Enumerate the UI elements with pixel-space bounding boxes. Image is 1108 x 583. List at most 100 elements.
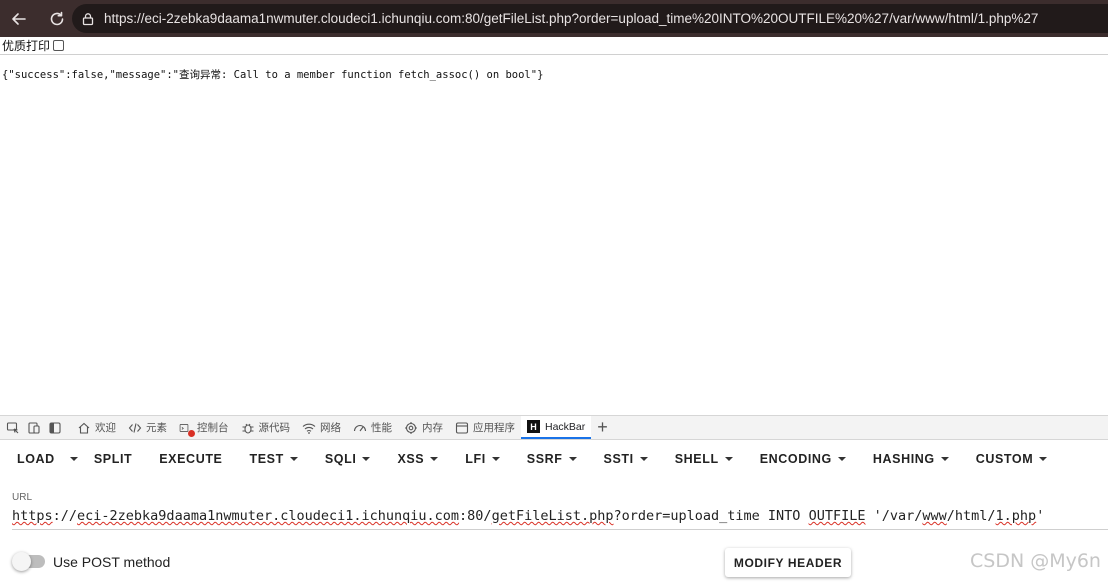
print-checkbox[interactable] [53,40,65,51]
lfi-label: LFI [465,452,486,466]
chevron-down-icon [430,457,439,461]
print-label: 优质打印 [2,39,51,53]
tab-network-label: 网络 [320,422,341,434]
tab-console-label: 控制台 [197,422,229,434]
ssti-menu[interactable]: SSTI [604,452,648,466]
url-path-a: '/var/ [865,508,923,524]
chevron-down-icon [491,457,500,461]
chevron-down-icon [837,457,846,461]
hashing-label: HASHING [872,452,935,466]
encoding-menu[interactable]: ENCODING [760,452,846,466]
gauge-icon [353,424,367,431]
ssrf-label: SSRF [526,452,563,466]
execute-button[interactable]: EXECUTE [159,452,222,466]
chevron-down-icon [940,457,949,461]
bug-icon [242,423,253,434]
tab-console[interactable]: 控制台 [173,416,235,439]
url-fname: 1.php [995,508,1037,524]
error-dot-icon [188,429,195,437]
shell-label: SHELL [674,452,719,466]
arrow-left-icon [12,12,26,25]
tab-network[interactable]: 网络 [296,416,347,439]
lfi-menu[interactable]: LFI [465,452,500,466]
toggle-knob [12,552,31,571]
reload-icon [50,11,64,25]
chevron-down-icon [724,457,733,461]
tab-sources-label: 源代码 [258,422,291,434]
hackbar-logo-icon: H [527,420,540,433]
tab-application[interactable]: 应用程序 [449,416,521,439]
browser-toolbar: https://eci-2zebka9daama1nwmuter.cloudec… [0,0,1108,37]
chevron-down-icon [362,457,371,461]
code-brackets-icon [128,422,142,433]
load-button[interactable]: LOAD [17,452,55,466]
url-sep: :// [52,508,78,524]
tab-hackbar[interactable]: H HackBar [521,416,592,439]
chevron-down-icon [1039,457,1048,461]
url-scheme: https [12,508,53,524]
back-button[interactable] [6,6,32,32]
url-port-path: :80/ [459,508,492,524]
hackbar-menu: LOAD SPLIT EXECUTE TEST SQLI XSS LFI SSR… [0,441,1108,477]
print-bar: 优质打印 [0,37,1108,55]
application-icon [455,421,469,434]
custom-menu[interactable]: CUSTOM [976,452,1048,466]
sqli-label: SQLI [324,452,357,466]
modify-header-button[interactable]: MODIFY HEADER [725,548,851,577]
url-end: ' [1036,508,1045,524]
tab-elements[interactable]: 元素 [122,416,173,439]
load-label: LOAD [17,452,55,466]
devtools-tab-strip: 欢迎 元素 控制台 源代码 网络 性能 内存 应用程序 H HackBar + [0,415,1108,440]
url-path-b: /html/ [946,508,996,524]
url-outfile: OUTFILE [808,508,866,524]
url-label: URL [12,492,33,503]
url-www: www [922,508,947,524]
url-file: getFileList.php [491,508,614,524]
ssrf-menu[interactable]: SSRF [527,452,577,466]
post-method-label: Use POST method [53,554,171,570]
split-label: SPLIT [93,452,133,466]
chevron-down-icon [289,457,298,461]
hashing-menu[interactable]: HASHING [873,452,949,466]
sqli-menu[interactable]: SQLI [325,452,371,466]
chevron-down-icon [568,457,577,461]
url-host: eci-2zebka9daama1nwmuter.cloudeci1.ichun… [77,508,460,524]
encoding-label: ENCODING [759,452,832,466]
execute-label: EXECUTE [159,452,223,466]
sidebar-toggle-icon[interactable] [47,420,63,436]
watermark: CSDN @My6n [970,550,1101,572]
response-text: {"success":false,"message":"查询异常: Call t… [2,69,544,81]
tab-welcome[interactable]: 欢迎 [71,416,122,439]
split-button[interactable]: SPLIT [94,452,132,466]
tab-memory-label: 内存 [422,422,443,434]
add-tab-icon[interactable]: + [597,417,608,438]
shell-menu[interactable]: SHELL [675,452,733,466]
test-label: TEST [249,452,284,466]
tab-application-label: 应用程序 [473,422,515,434]
reload-button[interactable] [44,6,70,32]
address-bar[interactable]: https://eci-2zebka9daama1nwmuter.cloudec… [72,4,1108,33]
url-textarea[interactable]: https://eci-2zebka9daama1nwmuter.cloudec… [12,508,1108,530]
console-icon [179,421,195,437]
test-menu[interactable]: TEST [250,452,298,466]
tab-sources[interactable]: 源代码 [235,416,297,439]
load-dropdown-icon[interactable] [69,457,78,461]
url-query: ?order=upload_time INTO [613,508,809,524]
chip-icon [405,421,417,434]
xss-label: XSS [397,452,425,466]
site-info-icon[interactable] [80,11,96,27]
inspect-icon[interactable] [5,420,21,436]
ssti-label: SSTI [603,452,634,466]
tab-memory[interactable]: 内存 [398,416,449,439]
post-method-toggle[interactable] [12,552,45,571]
address-url[interactable]: https://eci-2zebka9daama1nwmuter.cloudec… [104,11,1038,26]
tab-elements-label: 元素 [146,422,167,434]
tab-performance[interactable]: 性能 [347,416,398,439]
xss-menu[interactable]: XSS [397,452,439,466]
device-emulation-icon[interactable] [26,420,42,436]
home-icon [78,422,90,434]
tab-performance-label: 性能 [371,422,392,434]
tab-hackbar-label: HackBar [545,420,586,433]
chevron-down-icon [639,457,648,461]
custom-label: CUSTOM [975,452,1034,466]
